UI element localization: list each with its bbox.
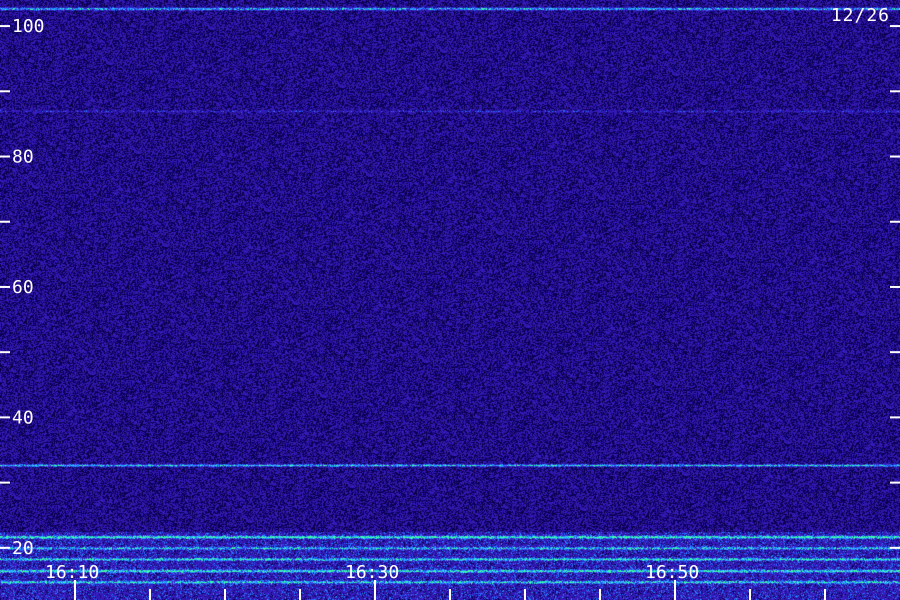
y-tick-label-8: 100 <box>12 16 45 37</box>
x-tick-label-8: 16:50 <box>645 562 699 583</box>
axis-overlay: 20 40 60 80 100 16:10 16:30 16:50 <box>0 16 900 600</box>
x-tick-label-4: 16:30 <box>345 562 399 583</box>
y-tick-label-6: 80 <box>12 147 34 168</box>
x-tick-label-0: 16:10 <box>45 562 99 583</box>
y-tick-label-2: 40 <box>12 407 34 428</box>
y-tick-label-0: 20 <box>12 538 34 559</box>
y-tick-label-4: 60 <box>12 277 34 298</box>
date-label: 12/26 <box>830 5 890 26</box>
